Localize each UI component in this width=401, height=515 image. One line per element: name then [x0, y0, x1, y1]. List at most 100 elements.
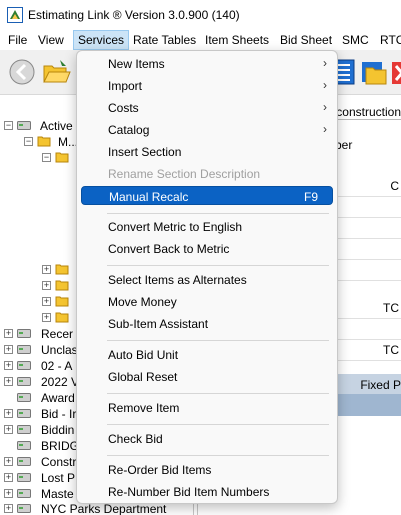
window-title: Estimating Link ® Version 3.0.900 (140): [28, 8, 240, 22]
menu-item-label: Remove Item: [108, 401, 180, 415]
tree-label: 02 - A: [41, 359, 73, 373]
menu-item-import[interactable]: Import ›: [81, 76, 333, 95]
menu-item-catalog[interactable]: Catalog ›: [81, 120, 333, 139]
drive-icon: [17, 329, 31, 338]
expand-icon[interactable]: +: [4, 345, 13, 354]
menu-item-convert-metric-to-english[interactable]: Convert Metric to English: [81, 217, 333, 236]
menu-item-global-reset[interactable]: Global Reset: [81, 367, 333, 386]
menu-item-label: Convert Metric to English: [108, 220, 243, 234]
drive-icon: [17, 504, 31, 513]
menu-smc[interactable]: SMC: [340, 33, 371, 47]
tree-label: Active: [40, 119, 73, 133]
drive-icon: [17, 345, 31, 354]
menu-item-label: Import: [108, 79, 143, 93]
expand-icon[interactable]: +: [4, 361, 13, 370]
menu-item-rename-section-description: Rename Section Description: [81, 164, 333, 183]
collapse-icon[interactable]: −: [4, 121, 13, 130]
menu-item-insert-section[interactable]: Insert Section: [81, 142, 333, 161]
menu-item-label: Manual Recalc: [109, 190, 189, 204]
tree-label: Constr: [41, 455, 77, 469]
menu-item-convert-back-to-metric[interactable]: Convert Back to Metric: [81, 239, 333, 258]
chevron-right-icon: ›: [323, 56, 327, 70]
collapse-icon[interactable]: −: [42, 153, 51, 162]
tree-label: Recer: [41, 327, 74, 341]
menu-separator: [107, 455, 329, 456]
menu-item-sheets[interactable]: Item Sheets: [203, 33, 271, 47]
menu-item-move-money[interactable]: Move Money: [81, 292, 333, 311]
services-menu: New Items › Import › Costs › Catalog › I…: [76, 50, 338, 504]
chevron-right-icon: ›: [323, 122, 327, 136]
tree-label: Award: [41, 391, 75, 405]
menu-rtc[interactable]: RTC: [378, 33, 401, 47]
expand-icon[interactable]: +: [4, 504, 13, 513]
menu-services[interactable]: Services: [72, 30, 130, 50]
tree-label: M...: [58, 135, 78, 149]
drive-icon: [17, 489, 31, 498]
expand-icon[interactable]: +: [4, 377, 13, 386]
menu-item-label: Global Reset: [108, 370, 178, 384]
collapse-icon[interactable]: −: [24, 137, 33, 146]
menu-item-sub-item-assistant[interactable]: Sub-Item Assistant: [81, 314, 333, 333]
menu-item-check-bid[interactable]: Check Bid: [81, 429, 333, 448]
menu-item-label: Rename Section Description: [108, 167, 261, 181]
menu-item-select-items-as-alternates[interactable]: Select Items as Alternates: [81, 270, 333, 289]
menu-bid-sheet[interactable]: Bid Sheet: [278, 33, 334, 47]
menu-separator: [107, 213, 329, 214]
drive-icon: [17, 121, 31, 130]
menu-separator: [107, 265, 329, 266]
menu-view[interactable]: View: [36, 33, 66, 47]
menu-item-label: New Items: [108, 57, 165, 71]
folder-icon: [55, 296, 69, 307]
menu-item-re-order-bid-items[interactable]: Re-Order Bid Items: [81, 460, 333, 479]
folder-icon[interactable]: [358, 56, 390, 88]
tree-label: Biddin: [41, 423, 75, 437]
expand-icon[interactable]: +: [4, 425, 13, 434]
menu-file[interactable]: File: [6, 33, 29, 47]
tree-label: Bid - Ir: [41, 407, 77, 421]
back-icon[interactable]: [6, 56, 38, 88]
tree-label: Unclas: [41, 343, 78, 357]
menu-item-costs[interactable]: Costs ›: [81, 98, 333, 117]
expand-icon[interactable]: +: [4, 457, 13, 466]
close-icon[interactable]: [390, 56, 401, 88]
table-cell: TC: [383, 343, 399, 357]
drive-icon: [17, 361, 31, 370]
drive-icon: [17, 473, 31, 482]
tree-label: Maste: [41, 487, 74, 501]
menu-item-label: Convert Back to Metric: [108, 242, 230, 256]
tree-label: BRIDG: [41, 439, 80, 453]
shortcut-label: F9: [303, 190, 318, 204]
menu-separator: [107, 340, 329, 341]
menu-item-re-number-bid-item-numbers[interactable]: Re-Number Bid Item Numbers: [81, 482, 333, 501]
drive-icon: [17, 377, 31, 386]
menu-separator: [107, 393, 329, 394]
menu-item-new-items[interactable]: New Items ›: [81, 54, 333, 73]
chevron-right-icon: ›: [323, 78, 327, 92]
open-folder-icon[interactable]: [40, 56, 72, 88]
table-cell: TC: [383, 301, 399, 315]
menu-item-label: Insert Section: [108, 145, 182, 159]
expand-icon[interactable]: +: [4, 489, 13, 498]
menu-item-label: Re-Order Bid Items: [108, 463, 212, 477]
tree-label: Lost P: [41, 471, 76, 485]
tree-label: 2022 V: [41, 375, 80, 389]
menu-item-remove-item[interactable]: Remove Item: [81, 398, 333, 417]
expand-icon[interactable]: +: [4, 329, 13, 338]
menu-rate-tables[interactable]: Rate Tables: [131, 33, 198, 47]
expand-icon[interactable]: +: [42, 265, 51, 274]
menu-separator: [107, 424, 329, 425]
menu-item-label: Auto Bid Unit: [108, 348, 179, 362]
fixed-price-label: Fixed P: [360, 378, 401, 392]
menu-item-manual-recalc[interactable]: Manual Recalc F9: [81, 186, 333, 205]
expand-icon[interactable]: +: [4, 473, 13, 482]
expand-icon[interactable]: +: [42, 313, 51, 322]
expand-icon[interactable]: +: [42, 297, 51, 306]
folder-icon: [55, 152, 69, 163]
folder-icon: [55, 280, 69, 291]
menu-item-auto-bid-unit[interactable]: Auto Bid Unit: [81, 345, 333, 364]
drive-icon: [17, 441, 31, 450]
app-logo-icon: [7, 7, 23, 23]
expand-icon[interactable]: +: [42, 281, 51, 290]
expand-icon[interactable]: +: [4, 409, 13, 418]
title-bar: Estimating Link ® Version 3.0.900 (140): [0, 0, 401, 30]
